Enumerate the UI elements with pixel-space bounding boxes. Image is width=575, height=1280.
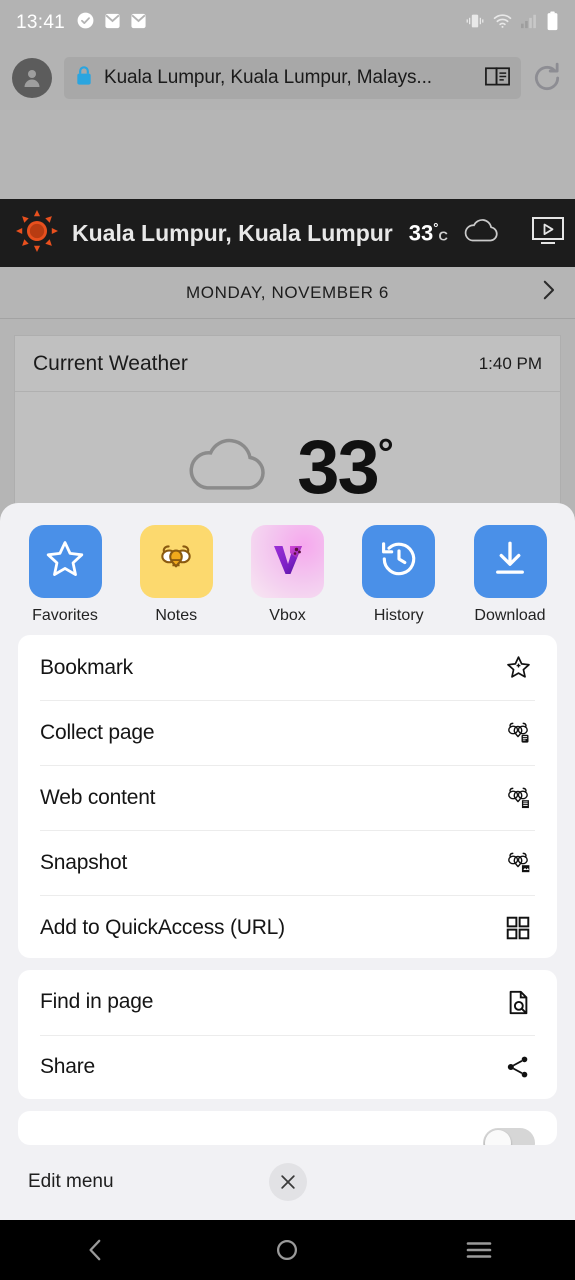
current-temperature: 33° — [297, 425, 394, 511]
profile-avatar[interactable] — [12, 58, 52, 98]
mail-icon — [130, 12, 147, 35]
star-plus-icon — [501, 654, 535, 681]
shortcut-vbox[interactable]: Vbox — [241, 525, 335, 625]
menu-item-collect-page[interactable]: Collect page — [18, 700, 557, 765]
home-icon[interactable] — [247, 1220, 327, 1280]
notes-tile[interactable] — [139, 525, 213, 598]
menu-item-label: Web content — [40, 785, 156, 809]
menu-item-label: Find in page — [40, 990, 154, 1014]
close-icon[interactable] — [268, 1163, 307, 1202]
reload-icon[interactable] — [531, 62, 563, 94]
menu-item-web-content[interactable]: Web content — [18, 765, 557, 830]
bee-list-icon — [501, 784, 535, 812]
browser-toolbar: Kuala Lumpur, Kuala Lumpur, Malays... — [0, 46, 575, 110]
phone-screen: 13:41 Kuala Lumpur, Kuala Lumpur, Malays… — [0, 0, 575, 1280]
browser-menu-sheet: Favorites Notes Vbox History Download Bo… — [0, 503, 575, 1220]
vbox-tile[interactable] — [251, 525, 324, 598]
vibrate-icon — [465, 13, 485, 34]
cloud-icon — [183, 434, 275, 503]
menu-group-settings — [18, 1110, 557, 1145]
menu-item-label: Collect page — [40, 720, 155, 744]
sun-icon — [16, 209, 58, 257]
current-weather-title: Current Weather — [33, 351, 188, 375]
history-tile[interactable] — [362, 525, 436, 598]
video-play-icon[interactable] — [530, 215, 566, 252]
bee-icon — [155, 538, 197, 585]
current-weather-header: Current Weather 1:40 PM — [15, 336, 560, 392]
status-time: 13:41 — [16, 12, 66, 33]
menu-item-toggle[interactable] — [18, 1111, 557, 1145]
battery-icon — [546, 11, 559, 36]
edit-menu-button[interactable]: Edit menu — [28, 1171, 114, 1193]
grid-icon — [501, 915, 535, 941]
menu-item-bookmark[interactable]: Bookmark — [18, 635, 557, 700]
recents-icon[interactable] — [439, 1220, 519, 1280]
bee-collect-icon — [501, 719, 535, 747]
url-text: Kuala Lumpur, Kuala Lumpur, Malays... — [104, 67, 432, 88]
menu-group-page-actions: Bookmark Collect page Web content Snapsh… — [18, 635, 557, 958]
menu-group-tools: Find in page Share — [18, 969, 557, 1099]
weather-date: MONDAY, NOVEMBER 6 — [186, 282, 389, 302]
menu-item-label: Share — [40, 1055, 96, 1079]
wifi-icon — [493, 13, 512, 34]
toggle-knob — [485, 1130, 511, 1145]
shortcut-favorites[interactable]: Favorites — [18, 525, 112, 625]
vbox-logo-icon — [266, 537, 310, 586]
shortcut-label: Download — [474, 607, 546, 624]
shortcut-download[interactable]: Download — [463, 525, 557, 625]
download-icon — [489, 538, 531, 585]
weather-header: Kuala Lumpur, Kuala Lumpur 33°C — [0, 199, 575, 267]
check-circle-icon — [76, 11, 95, 35]
lock-icon — [74, 65, 94, 91]
mail-icon — [104, 12, 121, 35]
menu-item-label: Bookmark — [40, 655, 133, 679]
bee-image-icon — [501, 849, 535, 877]
toggle-switch-off[interactable] — [483, 1128, 535, 1145]
share-icon — [501, 1054, 535, 1080]
back-icon[interactable] — [56, 1220, 136, 1280]
shortcut-row: Favorites Notes Vbox History Download — [0, 503, 575, 635]
favorites-tile[interactable] — [28, 525, 102, 598]
star-icon — [44, 538, 86, 585]
android-navigation-bar — [0, 1220, 575, 1280]
weather-temp: 33°C — [408, 219, 448, 246]
shortcut-label: Vbox — [269, 607, 306, 624]
shortcut-notes[interactable]: Notes — [129, 525, 223, 625]
menu-item-label: Snapshot — [40, 850, 128, 874]
shortcut-history[interactable]: History — [352, 525, 446, 625]
menu-item-snapshot[interactable]: Snapshot — [18, 830, 557, 895]
address-bar[interactable]: Kuala Lumpur, Kuala Lumpur, Malays... — [64, 57, 521, 99]
current-weather-time: 1:40 PM — [478, 353, 542, 373]
sheet-footer: Edit menu — [0, 1145, 575, 1220]
shortcut-label: Notes — [155, 607, 198, 624]
find-in-page-icon — [501, 989, 535, 1016]
weather-date-band[interactable]: MONDAY, NOVEMBER 6 — [0, 267, 575, 319]
signal-icon — [520, 13, 538, 34]
menu-item-label: Add to QuickAccess (URL) — [40, 915, 285, 939]
weather-location: Kuala Lumpur, Kuala Lumpur — [72, 219, 393, 246]
status-bar: 13:41 — [0, 0, 575, 46]
reader-mode-icon[interactable] — [484, 64, 511, 93]
menu-item-share[interactable]: Share — [18, 1034, 557, 1099]
menu-item-add-quickaccess[interactable]: Add to QuickAccess (URL) — [18, 895, 557, 958]
shortcut-label: History — [373, 607, 424, 624]
download-tile[interactable] — [473, 525, 547, 598]
menu-item-find-in-page[interactable]: Find in page — [18, 970, 557, 1035]
cloud-icon — [462, 217, 502, 250]
shortcut-label: Favorites — [32, 607, 98, 624]
history-icon — [378, 538, 420, 585]
chevron-right-icon[interactable] — [537, 279, 559, 306]
current-weather-body: 33° — [15, 392, 560, 511]
